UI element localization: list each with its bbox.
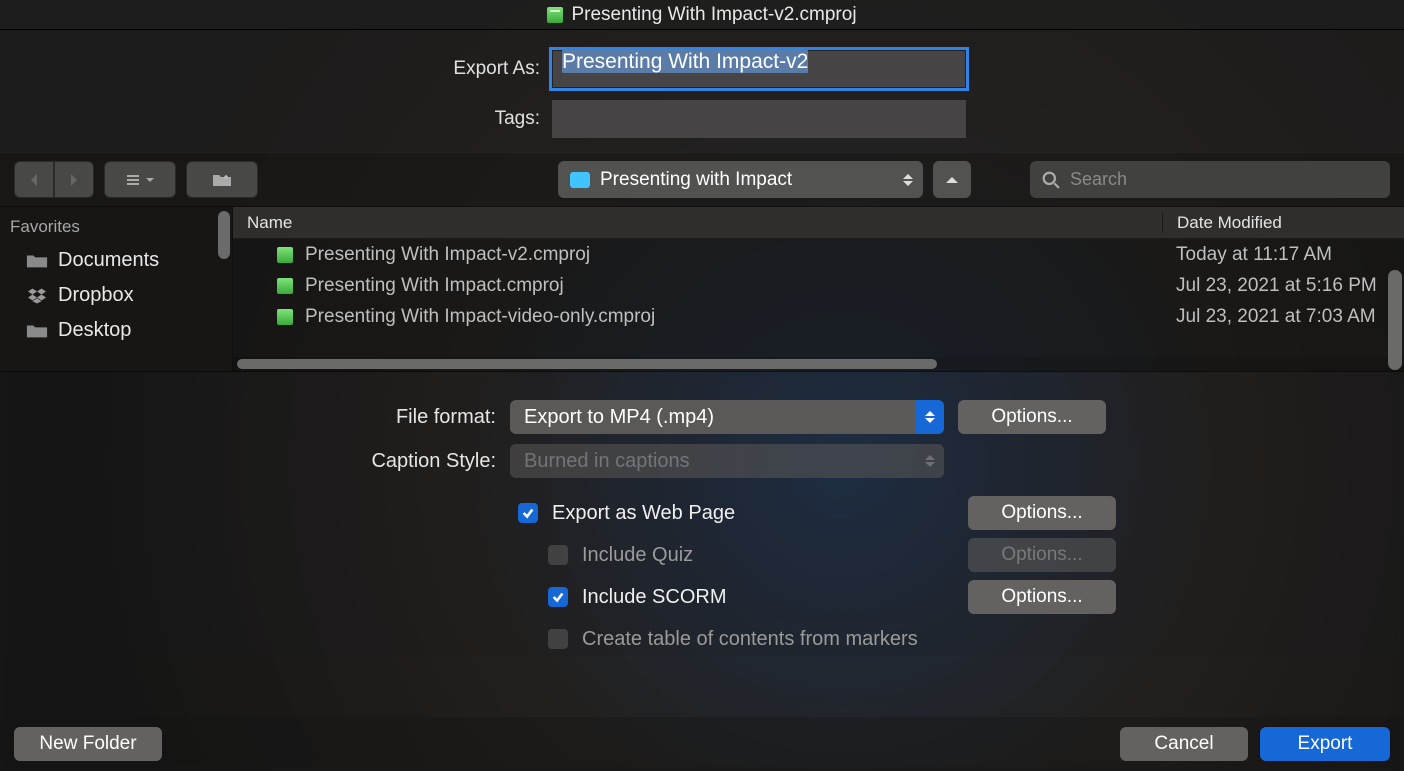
caption-style-row: Caption Style: Burned in captions xyxy=(0,444,1404,478)
sidebar-item-desktop[interactable]: Desktop xyxy=(0,313,232,348)
export-as-row: Export As: Presenting With Impact-v2 xyxy=(0,50,966,88)
nav-buttons xyxy=(14,161,94,198)
file-date: Jul 23, 2021 at 5:16 PM xyxy=(1162,275,1404,297)
export-web-label: Export as Web Page xyxy=(552,502,954,525)
file-row[interactable]: Presenting With Impact-v2.cmproj Today a… xyxy=(233,239,1404,270)
file-format-row: File format: Export to MP4 (.mp4) Option… xyxy=(0,400,1404,434)
sidebar-scrollbar[interactable] xyxy=(218,211,230,259)
search-placeholder: Search xyxy=(1070,169,1127,190)
column-name[interactable]: Name xyxy=(233,213,1162,233)
export-web-row: Export as Web Page Options... xyxy=(0,496,1404,530)
vertical-scrollbar[interactable] xyxy=(1388,270,1402,370)
select-stepper-icon xyxy=(916,400,944,434)
horizontal-scrollbar[interactable] xyxy=(233,357,1404,371)
sidebar-item-documents[interactable]: Documents xyxy=(0,243,232,278)
create-toc-row: Create table of contents from markers xyxy=(0,622,1404,656)
sidebar-item-dropbox[interactable]: Dropbox xyxy=(0,278,232,313)
export-button[interactable]: Export xyxy=(1260,727,1390,761)
export-header: Export As: Presenting With Impact-v2 Tag… xyxy=(0,30,1404,152)
export-web-options-button[interactable]: Options... xyxy=(968,496,1116,530)
sidebar: Favorites Documents Dropbox Desktop xyxy=(0,207,233,371)
file-format-label: File format: xyxy=(0,406,510,429)
tags-input[interactable] xyxy=(552,100,966,138)
select-stepper-icon xyxy=(916,444,944,478)
include-quiz-row: Include Quiz Options... xyxy=(0,538,1404,572)
view-mode-button[interactable] xyxy=(104,161,176,198)
chevron-left-icon xyxy=(26,172,42,188)
file-format-value: Export to MP4 (.mp4) xyxy=(524,406,714,429)
group-by-button[interactable] xyxy=(186,161,258,198)
folder-plus-icon xyxy=(211,172,233,188)
folder-icon xyxy=(26,252,48,270)
create-toc-checkbox xyxy=(548,629,568,649)
chevron-up-icon xyxy=(944,172,960,188)
include-quiz-checkbox xyxy=(548,545,568,565)
file-name: Presenting With Impact-v2.cmproj xyxy=(305,244,1162,266)
forward-button[interactable] xyxy=(54,161,94,198)
window-title: Presenting With Impact-v2.cmproj xyxy=(571,4,856,26)
create-toc-label: Create table of contents from markers xyxy=(582,628,1404,651)
sidebar-item-label: Documents xyxy=(58,249,159,272)
camtasia-project-icon xyxy=(547,7,563,23)
file-row[interactable]: Presenting With Impact-video-only.cmproj… xyxy=(233,301,1404,332)
back-button[interactable] xyxy=(14,161,54,198)
export-web-checkbox[interactable] xyxy=(518,503,538,523)
chevron-right-icon xyxy=(66,172,82,188)
sidebar-item-label: Dropbox xyxy=(58,284,134,307)
caption-style-value: Burned in captions xyxy=(524,450,690,473)
column-date[interactable]: Date Modified xyxy=(1162,213,1404,233)
export-options: File format: Export to MP4 (.mp4) Option… xyxy=(0,372,1404,656)
include-quiz-options-button: Options... xyxy=(968,538,1116,572)
include-quiz-label: Include Quiz xyxy=(582,544,954,567)
file-date: Jul 23, 2021 at 7:03 AM xyxy=(1162,306,1404,328)
check-icon xyxy=(551,590,565,604)
camtasia-project-icon xyxy=(277,278,293,294)
include-scorm-checkbox[interactable] xyxy=(548,587,568,607)
file-list: Presenting With Impact-v2.cmproj Today a… xyxy=(233,239,1404,357)
file-format-options-button[interactable]: Options... xyxy=(958,400,1106,434)
folder-color-icon xyxy=(570,172,590,188)
camtasia-project-icon xyxy=(277,309,293,325)
window-titlebar: Presenting With Impact-v2.cmproj xyxy=(0,0,1404,30)
export-as-input[interactable]: Presenting With Impact-v2 xyxy=(552,50,966,88)
tags-label: Tags: xyxy=(495,108,540,130)
file-browser: Favorites Documents Dropbox Desktop Name… xyxy=(0,207,1404,372)
include-scorm-options-button[interactable]: Options... xyxy=(968,580,1116,614)
finder-toolbar: Presenting with Impact Search xyxy=(0,152,1404,207)
file-name: Presenting With Impact.cmproj xyxy=(305,275,1162,297)
include-scorm-row: Include SCORM Options... xyxy=(0,580,1404,614)
current-folder-label: Presenting with Impact xyxy=(600,169,792,191)
tags-row: Tags: xyxy=(0,100,966,138)
sidebar-item-label: Desktop xyxy=(58,319,131,342)
file-format-select[interactable]: Export to MP4 (.mp4) xyxy=(510,400,944,434)
file-row[interactable]: Presenting With Impact.cmproj Jul 23, 20… xyxy=(233,270,1404,301)
search-icon xyxy=(1042,171,1060,189)
include-scorm-label: Include SCORM xyxy=(582,586,954,609)
check-icon xyxy=(521,506,535,520)
list-icon xyxy=(125,172,141,188)
camtasia-project-icon xyxy=(277,247,293,263)
cancel-button[interactable]: Cancel xyxy=(1120,727,1248,761)
file-name: Presenting With Impact-video-only.cmproj xyxy=(305,306,1162,328)
new-folder-button[interactable]: New Folder xyxy=(14,727,162,761)
folder-icon xyxy=(26,322,48,340)
file-pane: Name Date Modified Presenting With Impac… xyxy=(233,207,1404,371)
chevron-down-icon xyxy=(145,175,155,185)
column-headers: Name Date Modified xyxy=(233,207,1404,239)
search-field[interactable]: Search xyxy=(1030,161,1390,198)
parent-folder-button[interactable] xyxy=(933,161,971,198)
caption-style-select: Burned in captions xyxy=(510,444,944,478)
export-as-label: Export As: xyxy=(453,58,540,80)
sidebar-header: Favorites xyxy=(0,213,232,243)
scrollbar-thumb[interactable] xyxy=(237,359,937,369)
current-folder-select[interactable]: Presenting with Impact xyxy=(558,161,923,198)
dropbox-icon xyxy=(26,287,48,305)
file-date: Today at 11:17 AM xyxy=(1162,244,1404,266)
select-stepper-icon xyxy=(903,174,913,186)
caption-style-label: Caption Style: xyxy=(0,450,510,473)
dialog-footer: New Folder Cancel Export xyxy=(0,717,1404,771)
